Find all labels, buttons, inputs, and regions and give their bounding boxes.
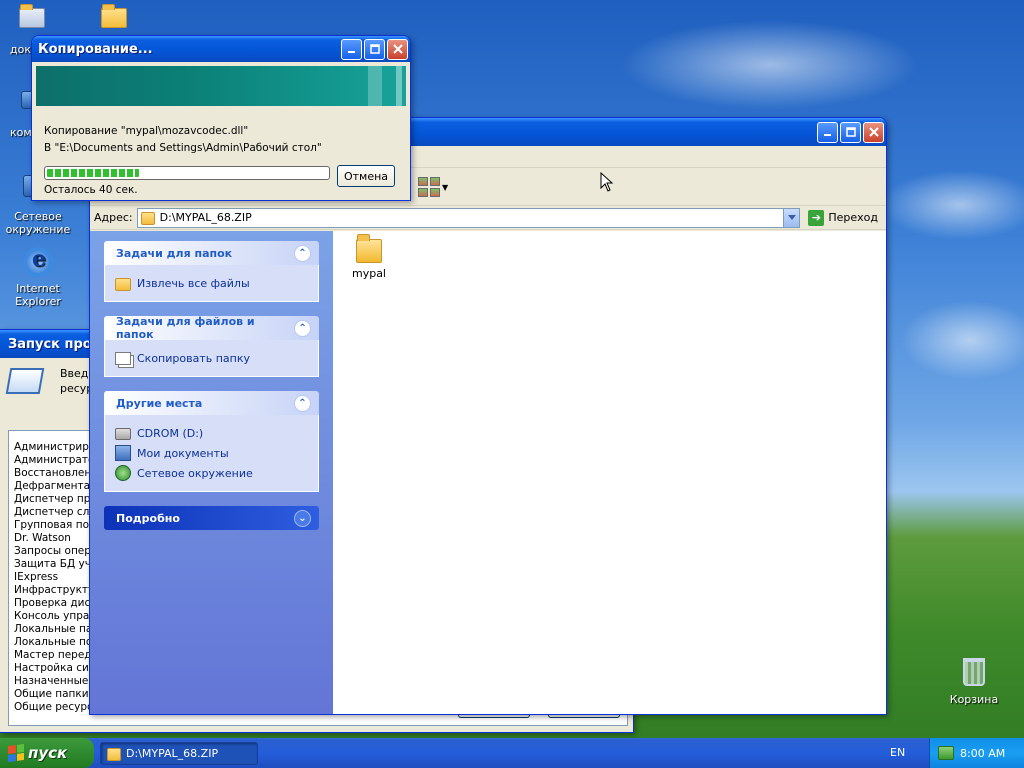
my-documents-icon xyxy=(115,445,131,461)
close-icon xyxy=(868,127,879,137)
go-button[interactable]: ➔ Переход xyxy=(804,208,882,228)
minimize-button[interactable] xyxy=(817,121,838,143)
chevron-up-icon[interactable]: ⌃ xyxy=(294,394,311,412)
copy-animation xyxy=(36,66,406,106)
clock[interactable]: 8:00 AM xyxy=(960,747,1005,760)
close-button[interactable] xyxy=(387,38,408,60)
task-copy-folder[interactable]: Скопировать папку xyxy=(115,348,308,368)
copy-destination-line: В "E:\Documents and Settings\Admin\Рабоч… xyxy=(44,142,322,154)
start-button[interactable]: пуск xyxy=(0,738,94,768)
zip-folder-icon xyxy=(140,212,155,225)
folder-tasks-group: Задачи для папок ⌃ Извлечь все файлы xyxy=(104,241,319,302)
file-view[interactable]: mypal xyxy=(333,231,886,714)
close-button[interactable] xyxy=(863,121,884,143)
group-title: Подробно xyxy=(116,511,180,525)
place-cdrom[interactable]: CDROM (D:) xyxy=(115,423,308,443)
file-tasks-group: Задачи для файлов и папок ⌃ Скопировать … xyxy=(104,315,319,377)
copy-progress-window: Копирование... Копирование "mypal\mozavc… xyxy=(31,35,411,201)
minimize-icon xyxy=(824,133,831,136)
start-label: пуск xyxy=(28,744,68,762)
copy-progress-bar xyxy=(44,166,330,180)
details-header[interactable]: Подробно ⌄ xyxy=(104,506,319,530)
copy-icon xyxy=(115,351,131,365)
address-dropdown-button[interactable] xyxy=(783,208,800,227)
progress-fill xyxy=(47,169,140,177)
file-tasks-header[interactable]: Задачи для файлов и папок ⌃ xyxy=(104,315,319,341)
windows-logo-icon xyxy=(8,743,24,763)
other-places-group: Другие места ⌃ CDROM (D:) Мои документы … xyxy=(104,391,319,492)
chevron-up-icon[interactable]: ⌃ xyxy=(294,319,311,337)
maximize-button[interactable] xyxy=(364,38,385,60)
file-tasks-list: Скопировать папку xyxy=(104,340,319,377)
close-icon xyxy=(392,44,403,54)
cd-drive-icon xyxy=(115,428,131,440)
details-group: Подробно ⌄ xyxy=(104,506,319,530)
taskbar-item-explorer[interactable]: D:\MYPAL_68.ZIP xyxy=(100,741,258,765)
folder-icon xyxy=(356,234,382,263)
maximize-icon xyxy=(845,127,856,137)
sky-cloud xyxy=(620,20,920,110)
group-title: Задачи для папок xyxy=(116,246,233,260)
extract-icon xyxy=(115,277,131,291)
address-bar: Адрес: D:\MYPAL_68.ZIP ➔ Переход xyxy=(90,206,886,230)
copy-file-line: Копирование "mypal\mozavcodec.dll" xyxy=(44,125,249,137)
maximize-icon xyxy=(369,44,380,54)
file-item-mypal[interactable]: mypal xyxy=(347,234,391,280)
address-input[interactable]: D:\MYPAL_68.ZIP xyxy=(136,207,801,228)
chevron-up-icon[interactable]: ⌃ xyxy=(294,244,311,262)
desktop-icon-label: Сетевое окружение xyxy=(5,210,71,236)
explorer-window: D:\MYPAL_68.ZIP ▼ Адрес: D:\MYPAL_68.ZIP… xyxy=(89,117,887,715)
task-label: Скопировать папку xyxy=(137,351,250,365)
mouse-cursor-icon xyxy=(600,172,614,192)
task-label: Извлечь все файлы xyxy=(137,276,250,290)
chevron-down-icon: ▼ xyxy=(442,182,449,192)
folder-tasks-list: Извлечь все файлы xyxy=(104,265,319,302)
desktop-icon-internet-explorer[interactable]: Internet Explorer xyxy=(0,246,78,308)
other-places-header[interactable]: Другие места ⌃ xyxy=(104,391,319,415)
tray-app-icon[interactable] xyxy=(938,746,954,760)
chevron-down-icon xyxy=(787,214,796,220)
network-places-icon xyxy=(115,465,131,481)
cancel-copy-button[interactable]: Отмена xyxy=(337,165,395,187)
time-remaining: Осталось 40 сек. xyxy=(44,184,138,196)
sky-cloud xyxy=(880,170,1024,240)
taskbar-item-label: D:\MYPAL_68.ZIP xyxy=(126,746,219,760)
group-title: Задачи для файлов и папок xyxy=(116,315,255,341)
group-title: Другие места xyxy=(116,396,203,410)
language-indicator[interactable]: EN xyxy=(890,746,905,759)
system-tray: 8:00 AM xyxy=(929,738,1024,768)
address-value: D:\MYPAL_68.ZIP xyxy=(159,211,252,224)
place-label: CDROM (D:) xyxy=(137,426,204,440)
other-places-list: CDROM (D:) Мои документы Сетевое окружен… xyxy=(104,415,319,492)
place-network[interactable]: Сетевое окружение xyxy=(115,463,308,483)
place-my-documents[interactable]: Мои документы xyxy=(115,443,308,463)
minimize-button[interactable] xyxy=(341,38,362,60)
place-label: Мои документы xyxy=(137,446,229,460)
sky-cloud xyxy=(900,300,1024,380)
run-icon xyxy=(5,368,45,394)
go-label: Переход xyxy=(828,211,878,224)
maximize-button[interactable] xyxy=(840,121,861,143)
address-label: Адрес: xyxy=(94,211,133,224)
task-extract-all[interactable]: Извлечь все файлы xyxy=(115,273,308,293)
go-arrow-icon: ➔ xyxy=(808,209,825,226)
taskbar: пуск D:\MYPAL_68.ZIP EN 8:00 AM xyxy=(0,738,1024,768)
views-icon xyxy=(418,177,440,197)
desktop-icon-label: Internet Explorer xyxy=(15,282,61,308)
explorer-body: Задачи для папок ⌃ Извлечь все файлы Зад… xyxy=(90,231,886,714)
folder-tasks-header[interactable]: Задачи для папок ⌃ xyxy=(104,241,319,265)
internet-explorer-icon xyxy=(22,246,54,279)
folder-icon xyxy=(107,747,121,761)
file-name: mypal xyxy=(351,267,386,280)
recycle-bin-icon xyxy=(958,658,990,690)
place-label: Сетевое окружение xyxy=(137,466,253,480)
desktop-icon-label: Корзина xyxy=(949,693,999,706)
chevron-down-icon[interactable]: ⌄ xyxy=(294,509,311,527)
copy-titlebar[interactable]: Копирование... xyxy=(32,36,410,62)
window-title: Копирование... xyxy=(38,41,153,57)
views-button[interactable]: ▼ xyxy=(418,177,448,197)
task-pane: Задачи для папок ⌃ Извлечь все файлы Зад… xyxy=(90,231,333,714)
desktop-icon-recycle-bin[interactable]: Корзина xyxy=(934,656,1014,706)
minimize-icon xyxy=(348,50,355,53)
